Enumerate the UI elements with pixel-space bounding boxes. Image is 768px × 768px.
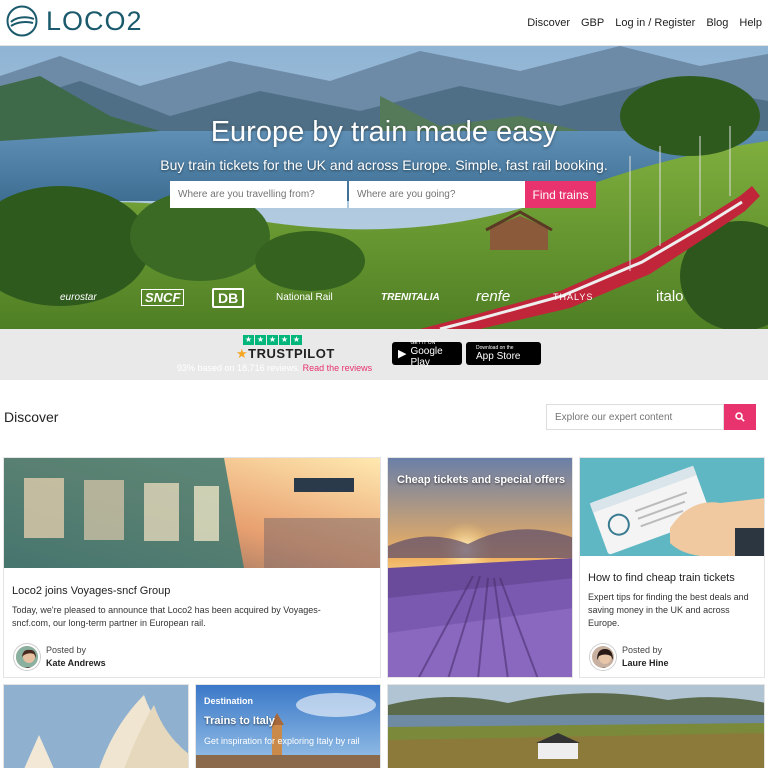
brand-name: LOCO2 <box>46 5 143 36</box>
card-excerpt: Today, we're pleased to announce that Lo… <box>12 605 321 628</box>
google-play-label: Google Play <box>410 345 443 368</box>
star-icon: ★ <box>255 335 266 345</box>
nav-currency[interactable]: GBP <box>581 17 604 29</box>
hero-title: Europe by train made easy <box>210 116 558 148</box>
origin-input[interactable] <box>170 181 347 208</box>
renfe-logo: renfe <box>476 288 511 305</box>
partner-logos: eurostar SNCF DB National Rail TRENITALI… <box>0 288 768 312</box>
lavender-field-image <box>388 458 572 677</box>
image-card[interactable] <box>3 684 189 768</box>
star-icon: ★ <box>291 335 302 345</box>
national-rail-logo: National Rail <box>276 292 333 303</box>
article-card[interactable]: Loco2 joins Voyages-sncf Group Today, we… <box>3 457 381 678</box>
posted-by-label: Posted by <box>622 645 663 655</box>
google-play-badge[interactable]: ▶ GET IT ON Google Play <box>392 340 462 368</box>
author-photo <box>592 646 614 668</box>
journey-search: Find trains <box>170 181 596 208</box>
trenitalia-logo: TRENITALIA <box>381 292 440 303</box>
posted-by-label: Posted by <box>46 645 87 655</box>
article-card[interactable]: How to find cheap train tickets Expert t… <box>579 457 765 678</box>
promo-title[interactable]: Cheap tickets and special offers <box>397 474 565 486</box>
read-reviews-link[interactable]: Read the reviews <box>303 363 373 373</box>
trustpilot-name: TRUSTPILOT <box>248 346 335 361</box>
card-excerpt: Expert tips for finding the best deals a… <box>588 592 749 628</box>
ticket-hand-image <box>580 458 764 556</box>
search-icon <box>735 412 745 422</box>
trustpilot-logo[interactable]: ★TRUSTPILOT <box>236 346 335 362</box>
meringue-image <box>4 685 188 768</box>
nav-blog[interactable]: Blog <box>706 17 728 29</box>
nav-discover[interactable]: Discover <box>527 17 570 29</box>
promo-card[interactable]: Cheap tickets and special offers <box>387 457 573 678</box>
logo[interactable]: LOCO2 <box>6 5 143 37</box>
loco2-logo-icon <box>6 5 38 37</box>
author-name: Kate Andrews <box>46 658 106 668</box>
author-photo <box>16 646 38 668</box>
find-trains-button[interactable]: Find trains <box>525 181 596 208</box>
star-icon: ★ <box>243 335 254 345</box>
nav-help[interactable]: Help <box>739 17 762 29</box>
destination-input[interactable] <box>349 181 525 208</box>
nav-login-register[interactable]: Log in / Register <box>615 17 695 29</box>
eurostar-logo: eurostar <box>60 292 97 303</box>
train-platform-image <box>4 458 380 568</box>
trustpilot-stars: ★ ★ ★ ★ ★ <box>243 335 303 345</box>
main-nav: Discover GBP Log in / Register Blog Help <box>516 17 762 29</box>
destination-title[interactable]: Trains to Italy <box>204 715 275 727</box>
hero-subtitle: Buy train tickets for the UK and across … <box>160 157 608 173</box>
app-store-label: App Store <box>476 351 521 362</box>
site-header: LOCO2 Discover GBP Log in / Register Blo… <box>0 0 768 46</box>
rating-summary: 93% based on 18,716 reviews. Read the re… <box>177 363 372 373</box>
card-title[interactable]: How to find cheap train tickets <box>588 572 735 584</box>
sncf-logo: SNCF <box>141 289 185 306</box>
rating-text: 93% based on 18,716 reviews. <box>177 363 301 373</box>
star-icon: ★ <box>267 335 278 345</box>
hero-banner: Europe by train made easy Buy train tick… <box>0 46 768 329</box>
avatar <box>14 644 40 670</box>
app-store-badge[interactable]: Download on the App Store <box>466 342 541 365</box>
destination-subtitle: Get inspiration for exploring Italy by r… <box>204 736 360 746</box>
author-name: Laure Hine <box>622 658 669 668</box>
discover-heading: Discover <box>4 409 59 425</box>
star-icon: ★ <box>279 335 290 345</box>
destination-tag: Destination <box>204 696 254 706</box>
trustpilot-star-icon: ★ <box>236 346 249 361</box>
google-play-icon: ▶ <box>398 348 407 360</box>
lake-landscape-image <box>388 685 764 768</box>
trust-bar: ★ ★ ★ ★ ★ ★TRUSTPILOT 93% based on 18,71… <box>0 329 768 380</box>
thalys-logo: THALYS <box>553 292 594 302</box>
explore-search-input[interactable] <box>546 404 724 430</box>
italo-logo: italo <box>656 288 684 305</box>
destination-card[interactable]: Destination Trains to Italy Get inspirat… <box>195 684 381 768</box>
image-card[interactable] <box>387 684 765 768</box>
db-logo: DB <box>212 288 245 308</box>
explore-search-button[interactable] <box>724 404 756 430</box>
card-title[interactable]: Loco2 joins Voyages-sncf Group <box>12 585 170 597</box>
avatar <box>590 644 616 670</box>
